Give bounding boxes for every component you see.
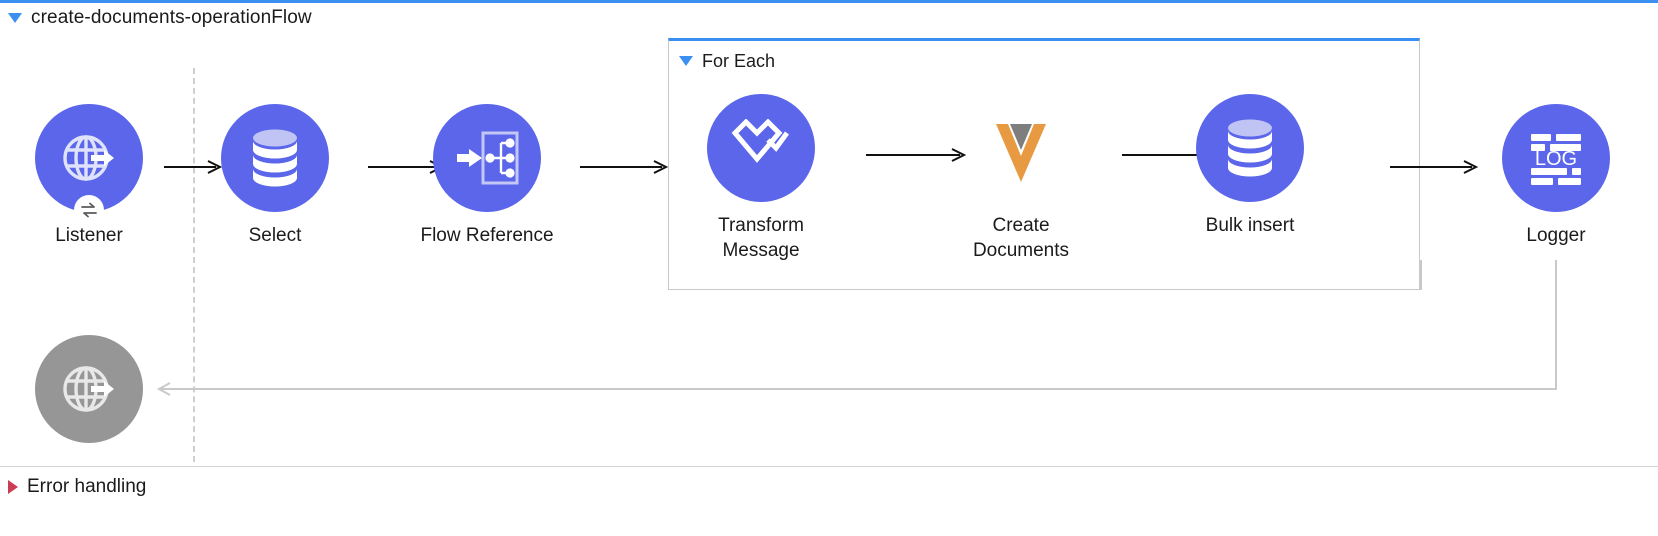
node-transform-message-circle[interactable]: [707, 94, 815, 202]
documents-v-icon: [996, 124, 1046, 182]
triangle-down-icon[interactable]: [8, 13, 22, 23]
node-select-circle[interactable]: [221, 104, 329, 212]
listener-exchange-badge: [74, 195, 104, 225]
scope-title: For Each: [702, 50, 776, 71]
globe-arrow-icon: [63, 366, 114, 412]
node-flow-reference-label: Flow Reference: [420, 225, 554, 246]
node-logger[interactable]: LOG Logger: [1481, 104, 1631, 248]
connector-foreach-to-logger: [1390, 160, 1479, 174]
node-bulk-insert-label: Bulk insert: [1205, 215, 1295, 236]
error-handling-header[interactable]: Error handling: [8, 474, 146, 500]
triangle-down-icon[interactable]: [679, 56, 693, 66]
node-flow-reference-circle[interactable]: [433, 104, 541, 212]
node-create-documents-circle[interactable]: [967, 94, 1075, 202]
triangle-right-icon[interactable]: [8, 480, 18, 494]
scope-header[interactable]: For Each: [679, 49, 775, 73]
scope-bottom-stub: [1420, 260, 1422, 290]
node-bulk-insert-circle[interactable]: [1196, 94, 1304, 202]
dataweave-icon: [731, 119, 790, 163]
top-accent-rule: [0, 0, 1658, 3]
node-logger-circle[interactable]: LOG: [1502, 104, 1610, 212]
database-icon: [253, 129, 297, 187]
source-separator-dashed-line: [193, 68, 195, 462]
node-select[interactable]: Select: [200, 104, 350, 248]
node-create-documents-label: Create Documents: [972, 215, 1070, 261]
flow-reference-icon: [457, 131, 519, 185]
log-icon-text: LOG: [1535, 148, 1577, 170]
page-title: create-documents-operationFlow: [31, 7, 312, 28]
return-path-horizontal: [193, 388, 1557, 390]
connector-flowref-to-foreach: [580, 160, 669, 174]
node-listener[interactable]: Listener: [14, 104, 164, 248]
node-listener-circle[interactable]: [35, 104, 143, 225]
flow-header[interactable]: create-documents-operationFlow: [8, 5, 312, 31]
flow-canvas: create-documents-operationFlow For Each: [0, 0, 1658, 536]
node-logger-label: Logger: [1526, 225, 1586, 246]
node-error-source-circle[interactable]: [35, 335, 143, 443]
node-listener-label: Listener: [55, 225, 123, 246]
node-flow-reference[interactable]: Flow Reference: [412, 104, 562, 248]
node-select-label: Select: [248, 225, 302, 246]
node-error-source[interactable]: [14, 335, 164, 443]
node-transform-message-label: Transform Message: [718, 215, 804, 261]
bottom-divider: [0, 466, 1658, 467]
error-handling-title: Error handling: [27, 476, 147, 497]
node-bulk-insert[interactable]: Bulk insert: [1175, 94, 1325, 238]
log-icon: LOG: [1531, 134, 1581, 185]
node-transform-message[interactable]: Transform Message: [686, 94, 836, 263]
return-path-vertical: [1555, 260, 1557, 390]
node-create-documents[interactable]: Create Documents: [946, 94, 1096, 263]
globe-arrow-icon: [63, 135, 114, 181]
exchange-arrows-icon: [81, 202, 97, 218]
database-icon: [1228, 119, 1272, 177]
